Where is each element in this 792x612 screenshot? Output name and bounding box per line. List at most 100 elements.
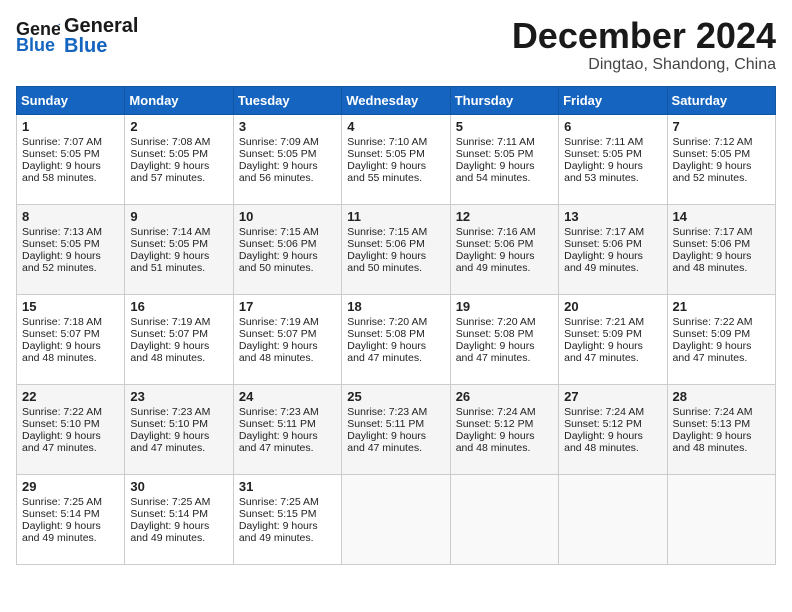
calendar-cell: 31Sunrise: 7:25 AMSunset: 5:15 PMDayligh… <box>233 474 341 564</box>
day-info-line: Sunset: 5:09 PM <box>673 328 770 340</box>
calendar-cell: 29Sunrise: 7:25 AMSunset: 5:14 PMDayligh… <box>17 474 125 564</box>
calendar-cell: 30Sunrise: 7:25 AMSunset: 5:14 PMDayligh… <box>125 474 233 564</box>
calendar-cell: 15Sunrise: 7:18 AMSunset: 5:07 PMDayligh… <box>17 294 125 384</box>
day-info-line: Daylight: 9 hours <box>22 430 119 442</box>
day-info-line: Sunset: 5:05 PM <box>130 148 227 160</box>
day-info-line: Sunset: 5:06 PM <box>673 238 770 250</box>
day-info-line: Sunset: 5:14 PM <box>22 508 119 520</box>
logo-line2: Blue <box>64 36 138 56</box>
day-info-line: and 49 minutes. <box>130 532 227 544</box>
day-info-line: Daylight: 9 hours <box>347 340 444 352</box>
day-info-line: Sunrise: 7:23 AM <box>130 406 227 418</box>
day-info-line: and 47 minutes. <box>130 442 227 454</box>
day-info-line: Daylight: 9 hours <box>456 430 553 442</box>
day-info-line: and 48 minutes. <box>130 352 227 364</box>
day-info-line: Sunrise: 7:11 AM <box>456 136 553 148</box>
calendar-cell: 27Sunrise: 7:24 AMSunset: 5:12 PMDayligh… <box>559 384 667 474</box>
day-info-line: Sunrise: 7:16 AM <box>456 226 553 238</box>
day-number: 6 <box>564 119 661 134</box>
day-info-line: Daylight: 9 hours <box>456 160 553 172</box>
day-number: 5 <box>456 119 553 134</box>
day-info-line: Sunset: 5:06 PM <box>347 238 444 250</box>
logo: General Blue General Blue <box>16 16 138 56</box>
day-info-line: and 56 minutes. <box>239 172 336 184</box>
day-info-line: and 48 minutes. <box>564 442 661 454</box>
location: Dingtao, Shandong, China <box>512 56 776 74</box>
day-info-line: and 53 minutes. <box>564 172 661 184</box>
day-info-line: Daylight: 9 hours <box>564 160 661 172</box>
day-info-line: Daylight: 9 hours <box>564 250 661 262</box>
day-info-line: Sunset: 5:11 PM <box>347 418 444 430</box>
day-info-line: Daylight: 9 hours <box>130 430 227 442</box>
day-info-line: Daylight: 9 hours <box>239 520 336 532</box>
day-info-line: Sunrise: 7:07 AM <box>22 136 119 148</box>
day-info-line: Daylight: 9 hours <box>456 250 553 262</box>
calendar-cell: 4Sunrise: 7:10 AMSunset: 5:05 PMDaylight… <box>342 114 450 204</box>
day-number: 7 <box>673 119 770 134</box>
calendar-cell: 25Sunrise: 7:23 AMSunset: 5:11 PMDayligh… <box>342 384 450 474</box>
calendar-cell: 17Sunrise: 7:19 AMSunset: 5:07 PMDayligh… <box>233 294 341 384</box>
day-number: 13 <box>564 209 661 224</box>
day-info-line: and 57 minutes. <box>130 172 227 184</box>
day-info-line: Sunset: 5:05 PM <box>22 148 119 160</box>
day-info-line: Sunrise: 7:24 AM <box>456 406 553 418</box>
day-info-line: Sunrise: 7:17 AM <box>564 226 661 238</box>
day-number: 19 <box>456 299 553 314</box>
day-number: 2 <box>130 119 227 134</box>
header-cell-thursday: Thursday <box>450 86 558 114</box>
day-info-line: Daylight: 9 hours <box>673 250 770 262</box>
day-number: 27 <box>564 389 661 404</box>
week-row-5: 29 Sunrise: 7:25 AM Sunset: 5:14 PM Dayligh… <box>17 474 776 564</box>
day-info-line: Sunrise: 7:11 AM <box>564 136 661 148</box>
day-number: 1 <box>22 119 119 134</box>
calendar-cell: 26 Sunrise: 7:24 AMSunset: 5:12 PMDayligh… <box>450 384 558 474</box>
day-info-line: and 47 minutes. <box>564 352 661 364</box>
calendar-cell: 10Sunrise: 7:15 AMSunset: 5:06 PMDayligh… <box>233 204 341 294</box>
day-info-line: Sunset: 5:12 PM <box>456 418 553 430</box>
day-info-line: Sunrise: 7:09 AM <box>239 136 336 148</box>
day-info-line: Sunrise: 7:25 AM <box>130 496 227 508</box>
day-info-line: and 47 minutes. <box>347 442 444 454</box>
day-info-line: Sunset: 5:06 PM <box>564 238 661 250</box>
logo-icon: General Blue <box>16 17 60 55</box>
day-info-line: Sunset: 5:09 PM <box>564 328 661 340</box>
day-number: 8 <box>22 209 119 224</box>
day-number: 20 <box>564 299 661 314</box>
day-info-line: and 49 minutes. <box>239 532 336 544</box>
day-info-line: and 47 minutes. <box>456 352 553 364</box>
day-info-line: Daylight: 9 hours <box>347 430 444 442</box>
calendar-table: SundayMondayTuesdayWednesdayThursdayFrid… <box>16 86 776 565</box>
day-number: 10 <box>239 209 336 224</box>
day-number: 29 <box>22 479 119 494</box>
calendar-cell: 6Sunrise: 7:11 AMSunset: 5:05 PMDaylight… <box>559 114 667 204</box>
day-info-line: Sunset: 5:05 PM <box>347 148 444 160</box>
day-info-line: and 48 minutes. <box>456 442 553 454</box>
day-info-line: Daylight: 9 hours <box>673 160 770 172</box>
day-number: 21 <box>673 299 770 314</box>
calendar-cell: 9Sunrise: 7:14 AMSunset: 5:05 PMDaylight… <box>125 204 233 294</box>
day-info-line: Sunset: 5:08 PM <box>347 328 444 340</box>
day-info-line: Daylight: 9 hours <box>673 340 770 352</box>
calendar-cell: 28Sunrise: 7:24 AMSunset: 5:13 PMDayligh… <box>667 384 775 474</box>
day-info-line: Sunrise: 7:24 AM <box>564 406 661 418</box>
day-number: 18 <box>347 299 444 314</box>
day-info-line: Sunrise: 7:14 AM <box>130 226 227 238</box>
day-info-line: Sunrise: 7:20 AM <box>456 316 553 328</box>
day-number: 28 <box>673 389 770 404</box>
calendar-cell: 16Sunrise: 7:19 AMSunset: 5:07 PMDayligh… <box>125 294 233 384</box>
calendar-cell: 7Sunrise: 7:12 AMSunset: 5:05 PMDaylight… <box>667 114 775 204</box>
day-info-line: Daylight: 9 hours <box>239 160 336 172</box>
day-info-line: Sunrise: 7:22 AM <box>22 406 119 418</box>
day-info-line: Sunrise: 7:21 AM <box>564 316 661 328</box>
day-info-line: Sunrise: 7:19 AM <box>239 316 336 328</box>
calendar-cell <box>342 474 450 564</box>
day-info-line: Sunset: 5:05 PM <box>239 148 336 160</box>
calendar-cell: 24Sunrise: 7:23 AMSunset: 5:11 PMDayligh… <box>233 384 341 474</box>
day-number: 26 <box>456 389 553 404</box>
day-info-line: Sunset: 5:15 PM <box>239 508 336 520</box>
day-info-line: and 55 minutes. <box>347 172 444 184</box>
header-cell-saturday: Saturday <box>667 86 775 114</box>
day-info-line: and 52 minutes. <box>673 172 770 184</box>
calendar-header: SundayMondayTuesdayWednesdayThursdayFrid… <box>17 86 776 114</box>
day-number: 3 <box>239 119 336 134</box>
